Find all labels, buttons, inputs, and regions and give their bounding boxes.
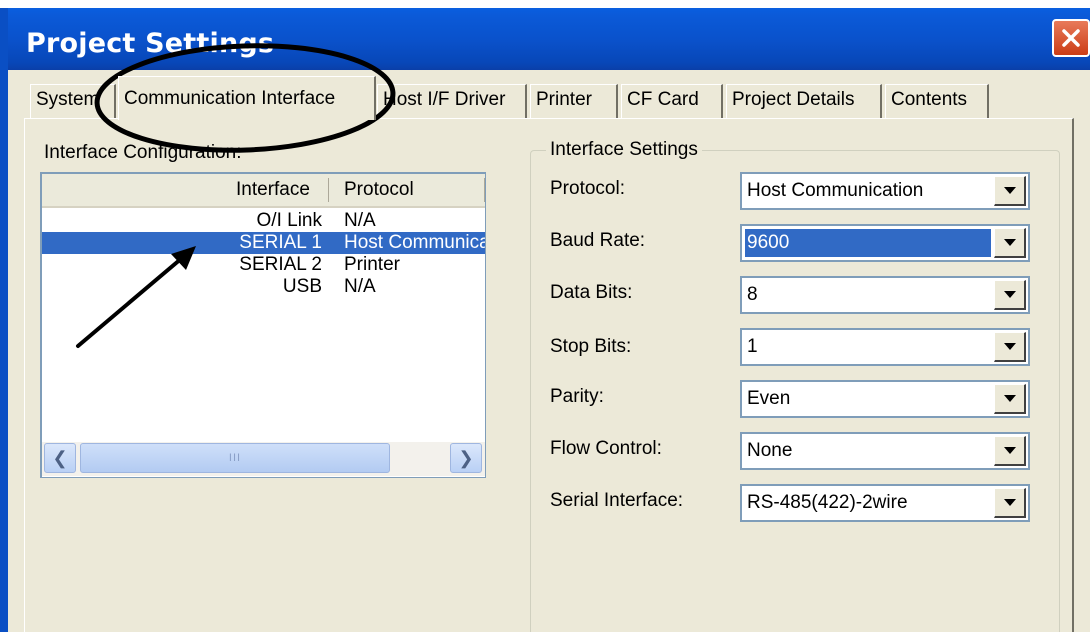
protocol-label: Protocol: bbox=[550, 178, 625, 199]
column-divider[interactable] bbox=[328, 178, 329, 202]
parity-value: Even bbox=[747, 388, 791, 409]
interface-list[interactable]: Interface Protocol O/I Link N/A SERIAL 1… bbox=[40, 172, 486, 478]
list-header: Interface Protocol bbox=[42, 174, 485, 208]
tab-label: Project Details bbox=[732, 89, 855, 110]
window-frame bbox=[0, 8, 8, 632]
flow-control-value: None bbox=[747, 440, 793, 461]
interface-cell: USB bbox=[282, 276, 322, 297]
protocol-cell: N/A bbox=[344, 276, 376, 297]
interface-settings-label: Interface Settings bbox=[546, 139, 702, 161]
parity-label: Parity: bbox=[550, 386, 604, 407]
interface-configuration-label: Interface Configuration: bbox=[44, 142, 242, 163]
tab-communication-interface[interactable]: Communication Interface bbox=[118, 76, 376, 120]
scroll-right-icon: ❯ bbox=[458, 448, 474, 468]
protocol-cell: Host Communication bbox=[344, 232, 485, 253]
scroll-left-icon: ❮ bbox=[52, 448, 68, 468]
close-icon bbox=[1062, 29, 1080, 47]
tab-project-details[interactable]: Project Details bbox=[726, 84, 882, 118]
flow-control-label: Flow Control: bbox=[550, 438, 662, 459]
chevron-down-icon[interactable] bbox=[994, 176, 1026, 206]
baud-rate-dropdown[interactable]: 9600 bbox=[740, 224, 1030, 262]
close-button[interactable] bbox=[1052, 19, 1090, 57]
data-bits-dropdown[interactable]: 8 bbox=[740, 276, 1030, 314]
interface-cell: O/I Link bbox=[256, 210, 322, 231]
chevron-down-icon[interactable] bbox=[994, 436, 1026, 466]
tab-printer[interactable]: Printer bbox=[530, 84, 618, 118]
chevron-down-icon[interactable] bbox=[994, 228, 1026, 258]
tab-system[interactable]: System bbox=[30, 84, 116, 118]
tab-label: Printer bbox=[536, 89, 592, 110]
chevron-down-icon[interactable] bbox=[994, 332, 1026, 362]
list-row-serial-2[interactable]: SERIAL 2 Printer bbox=[42, 254, 485, 276]
column-header-protocol[interactable]: Protocol bbox=[344, 174, 414, 206]
data-bits-value: 8 bbox=[747, 284, 758, 305]
data-bits-label: Data Bits: bbox=[550, 282, 633, 303]
serial-interface-value: RS-485(422)-2wire bbox=[747, 492, 908, 513]
serial-interface-label: Serial Interface: bbox=[550, 490, 684, 511]
window-title: Project Settings bbox=[26, 28, 275, 59]
flow-control-dropdown[interactable]: None bbox=[740, 432, 1030, 470]
list-row-usb[interactable]: USB N/A bbox=[42, 276, 485, 298]
project-settings-window: Project Settings System Communication In… bbox=[0, 0, 1090, 632]
scrollbar-grip: III bbox=[228, 452, 242, 464]
baud-rate-value: 9600 bbox=[745, 229, 991, 257]
serial-interface-dropdown[interactable]: RS-485(422)-2wire bbox=[740, 484, 1030, 522]
tab-label: Host I/F Driver bbox=[383, 89, 506, 110]
stop-bits-label: Stop Bits: bbox=[550, 336, 632, 357]
interface-cell: SERIAL 1 bbox=[239, 232, 322, 253]
tab-cf-card[interactable]: CF Card bbox=[621, 84, 723, 118]
tab-label: Communication Interface bbox=[124, 88, 336, 109]
tab-label: CF Card bbox=[627, 89, 699, 110]
baud-rate-label: Baud Rate: bbox=[550, 230, 646, 251]
column-divider[interactable] bbox=[484, 178, 485, 202]
column-header-interface[interactable]: Interface bbox=[236, 174, 310, 206]
tab-host-if-driver[interactable]: Host I/F Driver bbox=[377, 84, 527, 118]
tab-contents[interactable]: Contents bbox=[885, 84, 989, 118]
scroll-left-button[interactable]: ❮ bbox=[44, 443, 76, 473]
protocol-value: Host Communication bbox=[747, 180, 924, 201]
list-row-oi-link[interactable]: O/I Link N/A bbox=[42, 210, 485, 232]
title-bar[interactable]: Project Settings bbox=[8, 8, 1090, 70]
chevron-down-icon[interactable] bbox=[994, 488, 1026, 518]
list-row-serial-1[interactable]: SERIAL 1 Host Communication bbox=[42, 232, 485, 254]
stop-bits-value: 1 bbox=[747, 336, 758, 357]
protocol-cell: Printer bbox=[344, 254, 400, 275]
tab-label: Contents bbox=[891, 89, 968, 110]
protocol-dropdown[interactable]: Host Communication bbox=[740, 172, 1030, 210]
parity-dropdown[interactable]: Even bbox=[740, 380, 1030, 418]
chevron-down-icon[interactable] bbox=[994, 280, 1026, 310]
tab-label: System bbox=[36, 89, 100, 110]
interface-cell: SERIAL 2 bbox=[239, 254, 322, 275]
scroll-right-button[interactable]: ❯ bbox=[450, 443, 482, 473]
scrollbar-thumb[interactable]: III bbox=[80, 443, 390, 473]
horizontal-scrollbar[interactable]: ❮ III ❯ bbox=[42, 442, 485, 476]
chevron-down-icon[interactable] bbox=[994, 384, 1026, 414]
protocol-cell: N/A bbox=[344, 210, 376, 231]
stop-bits-dropdown[interactable]: 1 bbox=[740, 328, 1030, 366]
